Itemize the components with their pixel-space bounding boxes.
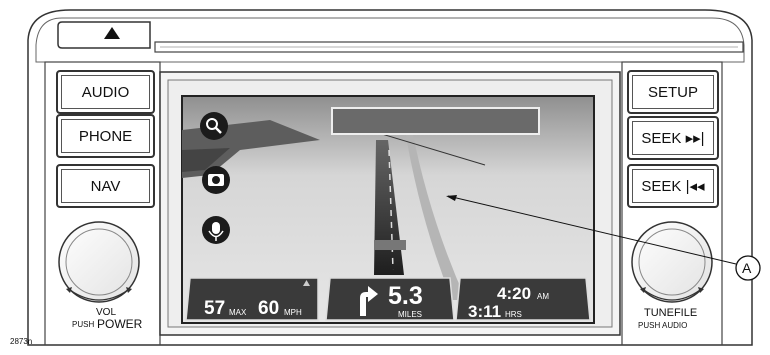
distance-value: 5.3 [388, 282, 423, 310]
setup-button[interactable]: SETUP [627, 70, 719, 114]
power-label: POWER [97, 317, 143, 331]
push-audio-label: PUSH AUDIO [638, 321, 688, 330]
clock-time: 4:20 [497, 284, 532, 303]
callout-label: A [742, 260, 752, 276]
speed-max-label: MAX [229, 308, 247, 317]
search-icon [200, 112, 228, 140]
status-bar [331, 107, 540, 135]
speed-value: 57 [204, 298, 226, 319]
microphone-icon [202, 216, 230, 244]
eject-button [57, 21, 151, 49]
phone-button[interactable]: PHONE [56, 114, 155, 158]
figure-id: 2873n [10, 337, 33, 346]
seek-forward-button[interactable]: SEEK ▸▸| [627, 116, 719, 160]
nav-button[interactable]: NAV [56, 164, 155, 208]
tunefile-label: TUNEFILE [644, 307, 698, 319]
camera-icon [202, 166, 230, 194]
clock-ampm: AM [537, 292, 549, 301]
speed-unit-label: MPH [284, 308, 302, 317]
distance-unit-label: MILES [398, 310, 423, 319]
push-label: PUSH [72, 320, 95, 329]
head-unit-diagram: AUDIO PHONE NAV SETUP SEEK ▸▸| SEEK |◂◂ … [0, 0, 770, 355]
remaining-time: 3:11 [468, 302, 502, 321]
speed-limit-value: 60 [258, 298, 280, 319]
seek-back-button[interactable]: SEEK |◂◂ [627, 164, 719, 208]
remaining-unit-label: HRS [505, 310, 522, 319]
audio-button[interactable]: AUDIO [56, 70, 155, 114]
